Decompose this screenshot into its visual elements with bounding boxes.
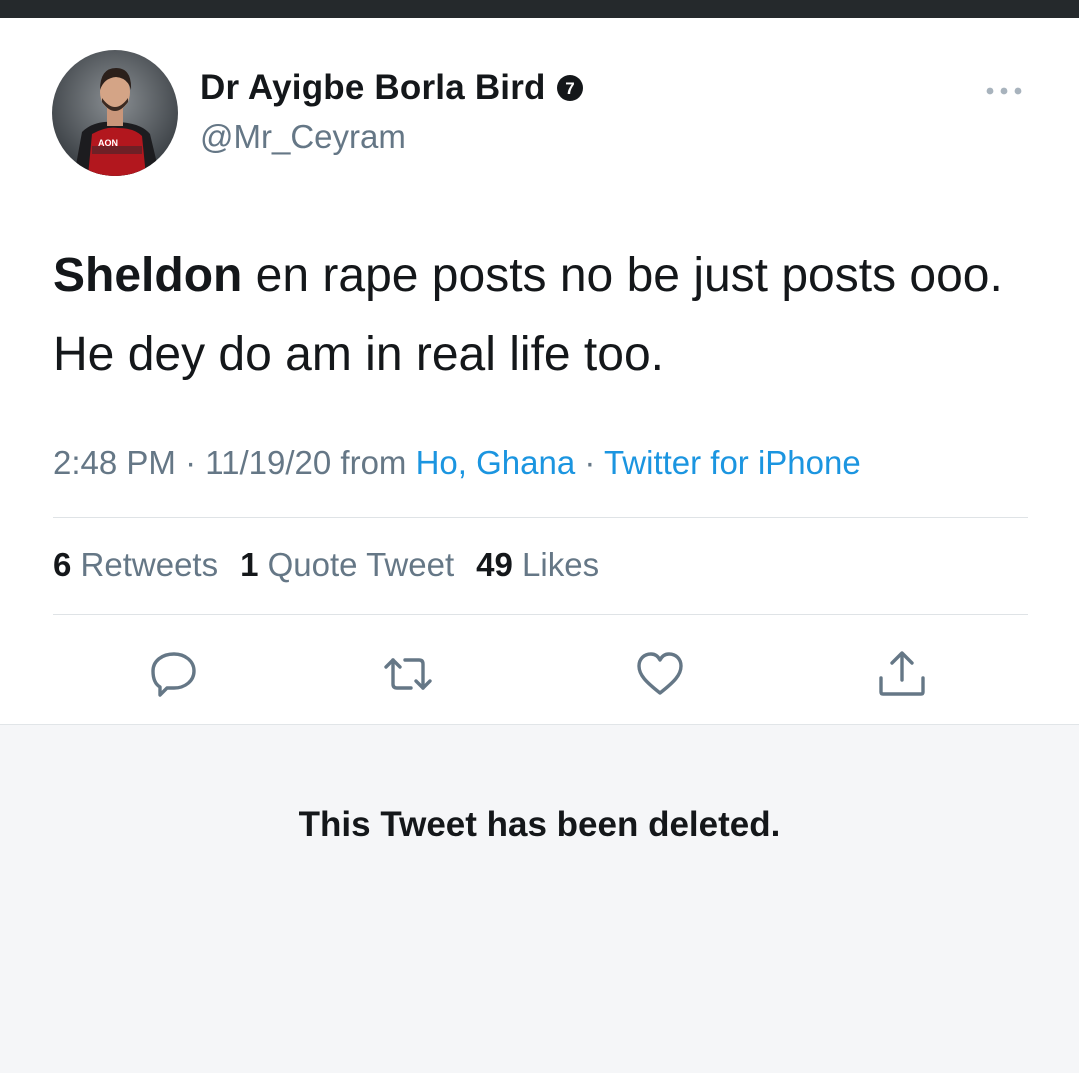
divider — [53, 614, 1028, 615]
divider — [53, 517, 1028, 518]
location-link[interactable]: Ho, Ghana — [416, 444, 576, 481]
likes-label: Likes — [522, 546, 600, 583]
from-label: from — [331, 444, 416, 481]
like-icon[interactable] — [634, 648, 686, 700]
likes-count: 49 — [476, 546, 513, 583]
likes-stat[interactable]: 49 Likes — [476, 546, 599, 583]
tweet-text: Sheldon en rape posts no be just posts o… — [53, 236, 1033, 394]
deleted-tweet-panel: This Tweet has been deleted. — [0, 724, 1079, 1073]
meta-separator: · — [175, 444, 206, 481]
retweets-label: Retweets — [80, 546, 219, 583]
quotes-count: 1 — [240, 546, 259, 583]
share-icon[interactable] — [876, 648, 928, 700]
tweet-time: 2:48 PM — [53, 444, 176, 481]
retweets-count: 6 — [53, 546, 72, 583]
tweet-card: AON Dr Ayigbe Borla Bird 7 @Mr_Ceyram Sh… — [0, 18, 1079, 724]
source-link[interactable]: Twitter for iPhone — [604, 444, 861, 481]
user-handle[interactable]: @Mr_Ceyram — [200, 118, 406, 156]
more-options-icon[interactable] — [984, 84, 1024, 98]
tweet-mention[interactable]: Sheldon — [53, 249, 242, 302]
reply-icon[interactable] — [148, 648, 200, 700]
status-bar — [0, 0, 1079, 18]
avatar-shirt-text: AON — [98, 138, 118, 148]
badge-icon: 7 — [556, 75, 583, 101]
tweet-metadata: 2:48 PM · 11/19/20 from Ho, Ghana · Twit… — [53, 444, 861, 482]
retweets-stat[interactable]: 6 Retweets — [53, 546, 218, 583]
quotes-stat[interactable]: 1 Quote Tweet — [240, 546, 454, 583]
badge-number: 7 — [565, 79, 574, 98]
display-name[interactable]: Dr Ayigbe Borla Bird — [200, 68, 546, 108]
deleted-notice: This Tweet has been deleted. — [298, 805, 781, 844]
quotes-label: Quote Tweet — [267, 546, 455, 583]
tweet-stats: 6 Retweets 1 Quote Tweet 49 Likes — [53, 546, 599, 584]
tweet-date: 11/19/20 — [205, 444, 332, 481]
meta-separator-2: · — [575, 444, 604, 481]
avatar[interactable]: AON — [52, 50, 178, 176]
retweet-icon[interactable] — [382, 648, 434, 700]
display-name-row: Dr Ayigbe Borla Bird 7 — [200, 68, 584, 108]
